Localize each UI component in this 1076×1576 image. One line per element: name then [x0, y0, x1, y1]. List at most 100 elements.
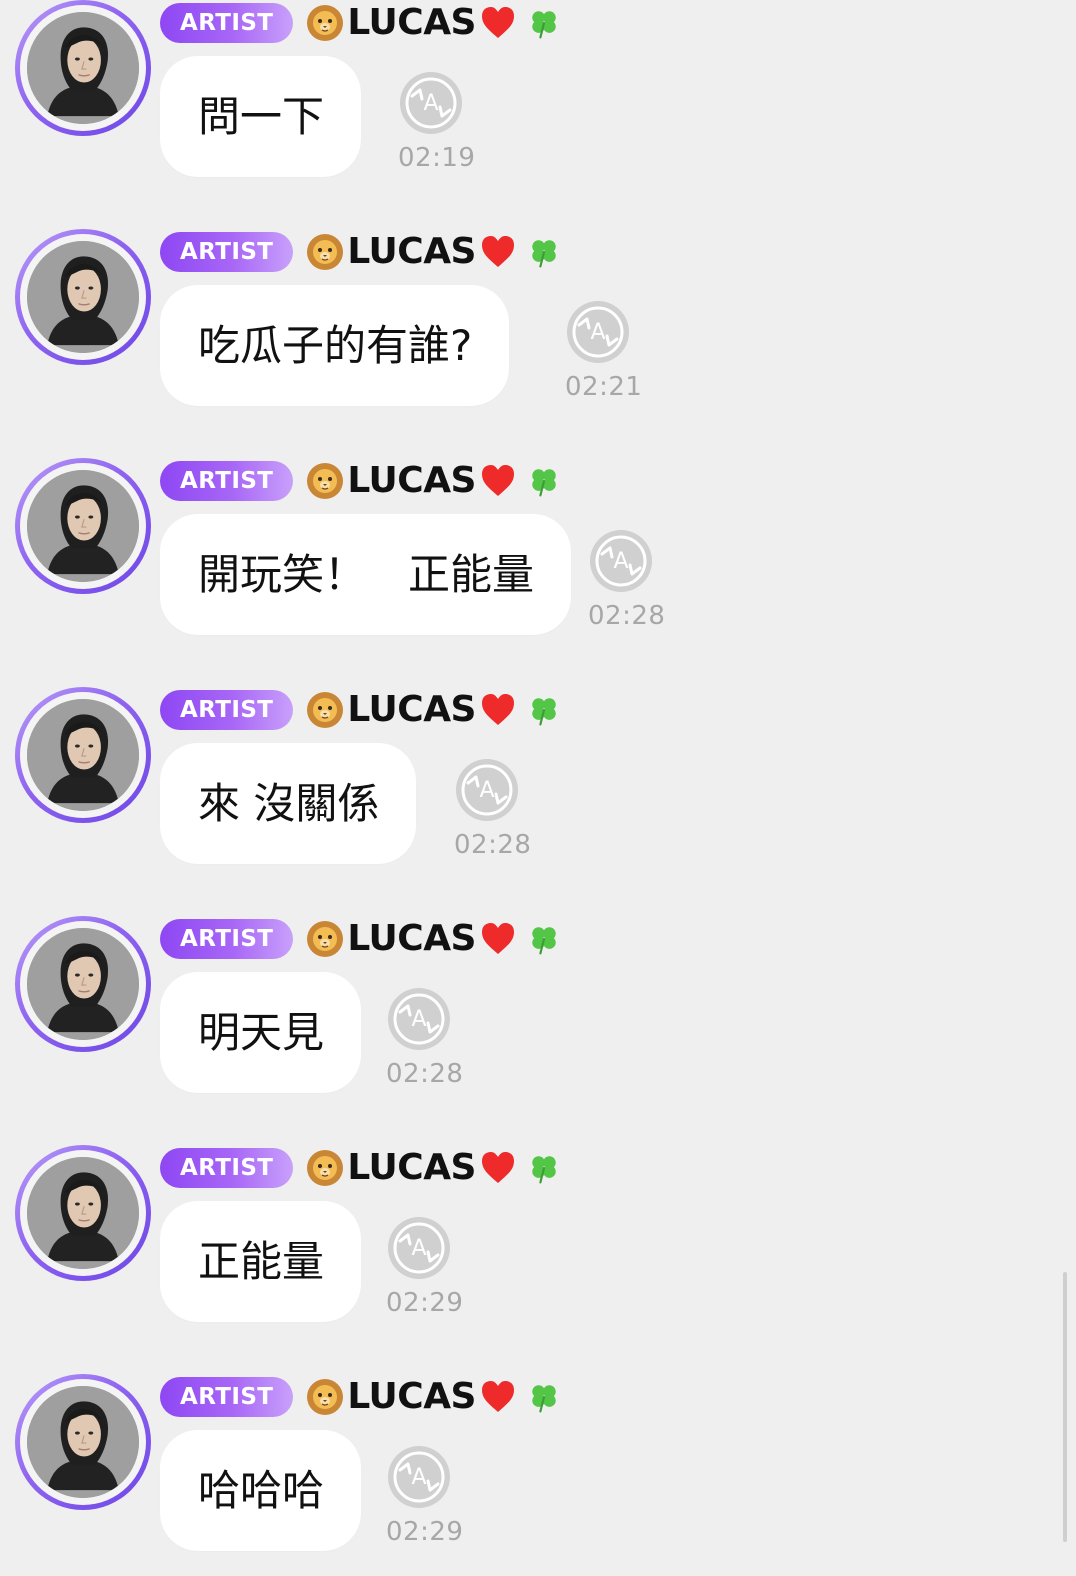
avatar-photo: [27, 1386, 139, 1498]
sender-row: ARTIST LUCAS: [160, 458, 562, 504]
red-heart-icon: [482, 923, 514, 954]
message-time: 02:28: [386, 1059, 464, 1089]
avatar-photo: [27, 1157, 139, 1269]
sender-name-group: LUCAS: [305, 229, 562, 275]
message-meta: A 02:28: [386, 986, 476, 1106]
message-text: 來 沒關係: [198, 779, 380, 828]
red-heart-icon: [482, 465, 514, 496]
avatar-photo: [27, 928, 139, 1040]
svg-text:A: A: [423, 91, 438, 116]
message-time: 02:21: [565, 372, 643, 402]
sender-row: ARTIST LUCAS: [160, 916, 562, 962]
avatar[interactable]: [15, 0, 151, 136]
chat-message[interactable]: ARTIST LUCAS: [0, 916, 1040, 1106]
message-bubble[interactable]: 吃瓜子的有誰?: [160, 285, 510, 406]
lion-face-icon: [307, 1379, 344, 1415]
sender-row: ARTIST LUCAS: [160, 1374, 562, 1420]
artist-badge: ARTIST: [160, 690, 294, 730]
message-time: 02:28: [454, 830, 532, 860]
message-text: 開玩笑！ 正能量: [198, 550, 535, 599]
auto-translate-icon[interactable]: A: [565, 299, 631, 365]
message-time: 02:29: [386, 1517, 464, 1547]
avatar-inner-gap: [20, 1379, 146, 1505]
avatar-photo: [27, 699, 139, 811]
lion-face-icon: [307, 463, 344, 499]
chat-message[interactable]: ARTIST LUCAS: [0, 687, 1040, 877]
artist-badge: ARTIST: [160, 232, 294, 272]
message-text: 明天見: [198, 1008, 325, 1057]
avatar[interactable]: [15, 1374, 151, 1510]
sender-name: LUCAS: [347, 1376, 476, 1417]
avatar[interactable]: [15, 229, 151, 365]
sender-name: LUCAS: [347, 918, 476, 959]
four-leaf-clover-icon: [532, 469, 556, 497]
message-meta: A 02:21: [565, 299, 655, 419]
auto-translate-icon[interactable]: A: [386, 1215, 452, 1281]
artist-badge: ARTIST: [160, 3, 294, 43]
message-time: 02:28: [588, 601, 666, 631]
chat-message[interactable]: ARTIST LUCAS: [0, 1374, 1040, 1564]
scrollbar-thumb[interactable]: [1063, 1272, 1067, 1542]
message-text: 吃瓜子的有誰?: [198, 321, 473, 370]
red-heart-icon: [482, 236, 514, 267]
sender-name: LUCAS: [347, 2, 476, 43]
avatar[interactable]: [15, 1145, 151, 1281]
message-time: 02:29: [386, 1288, 464, 1318]
auto-translate-icon[interactable]: A: [454, 757, 520, 823]
message-bubble[interactable]: 哈哈哈: [160, 1430, 362, 1551]
avatar-inner-gap: [20, 692, 146, 818]
red-heart-icon: [482, 694, 514, 725]
avatar[interactable]: [15, 458, 151, 594]
red-heart-icon: [482, 7, 514, 38]
artist-badge: ARTIST: [160, 1148, 294, 1188]
chat-message[interactable]: ARTIST LUCAS: [0, 0, 1040, 190]
message-meta: A 02:19: [398, 70, 488, 190]
auto-translate-icon[interactable]: A: [386, 1444, 452, 1510]
message-bubble[interactable]: 開玩笑！ 正能量: [160, 514, 572, 635]
lion-face-icon: [307, 5, 344, 41]
artist-badge: ARTIST: [160, 919, 294, 959]
sender-name-group: LUCAS: [305, 458, 562, 504]
sender-row: ARTIST LUCAS: [160, 229, 562, 275]
auto-translate-icon[interactable]: A: [386, 986, 452, 1052]
svg-text:A: A: [411, 1465, 426, 1490]
four-leaf-clover-icon: [532, 1385, 556, 1413]
message-text: 哈哈哈: [198, 1466, 325, 1515]
message-bubble[interactable]: 明天見: [160, 972, 362, 1093]
sender-name-group: LUCAS: [305, 687, 562, 733]
chat-message[interactable]: ARTIST LUCAS: [0, 1145, 1040, 1335]
chat-message[interactable]: ARTIST LUCAS: [0, 229, 1040, 419]
message-bubble[interactable]: 來 沒關係: [160, 743, 417, 864]
message-bubble[interactable]: 正能量: [160, 1201, 362, 1322]
sender-name: LUCAS: [347, 460, 476, 501]
avatar-inner-gap: [20, 1150, 146, 1276]
avatar[interactable]: [15, 687, 151, 823]
avatar-photo: [27, 470, 139, 582]
svg-text:A: A: [411, 1007, 426, 1032]
lion-face-icon: [307, 921, 344, 957]
avatar-photo: [27, 241, 139, 353]
auto-translate-icon[interactable]: A: [398, 70, 464, 136]
svg-text:A: A: [479, 778, 494, 803]
message-meta: A 02:29: [386, 1215, 476, 1335]
sender-row: ARTIST LUCAS: [160, 1145, 562, 1191]
lion-face-icon: [307, 234, 344, 270]
message-text: 問一下: [198, 92, 325, 141]
message-meta: A 02:29: [386, 1444, 476, 1564]
chat-scrollbar[interactable]: [1060, 0, 1070, 1576]
sender-name-group: LUCAS: [305, 0, 562, 46]
artist-badge: ARTIST: [160, 1377, 294, 1417]
message-bubble[interactable]: 問一下: [160, 56, 362, 177]
auto-translate-icon[interactable]: A: [588, 528, 654, 594]
avatar[interactable]: [15, 916, 151, 1052]
avatar-inner-gap: [20, 234, 146, 360]
sender-name-group: LUCAS: [305, 1145, 562, 1191]
avatar-photo: [27, 12, 139, 124]
message-text: 正能量: [198, 1237, 325, 1286]
avatar-inner-gap: [20, 463, 146, 589]
svg-text:A: A: [613, 549, 628, 574]
chat-message[interactable]: ARTIST LUCAS: [0, 458, 1040, 648]
chat-message-list[interactable]: ARTIST LUCAS 問一下 A 02:19 ARTIST LUCAS 吃瓜…: [0, 0, 1076, 1576]
artist-badge: ARTIST: [160, 461, 294, 501]
sender-name-group: LUCAS: [305, 1374, 562, 1420]
